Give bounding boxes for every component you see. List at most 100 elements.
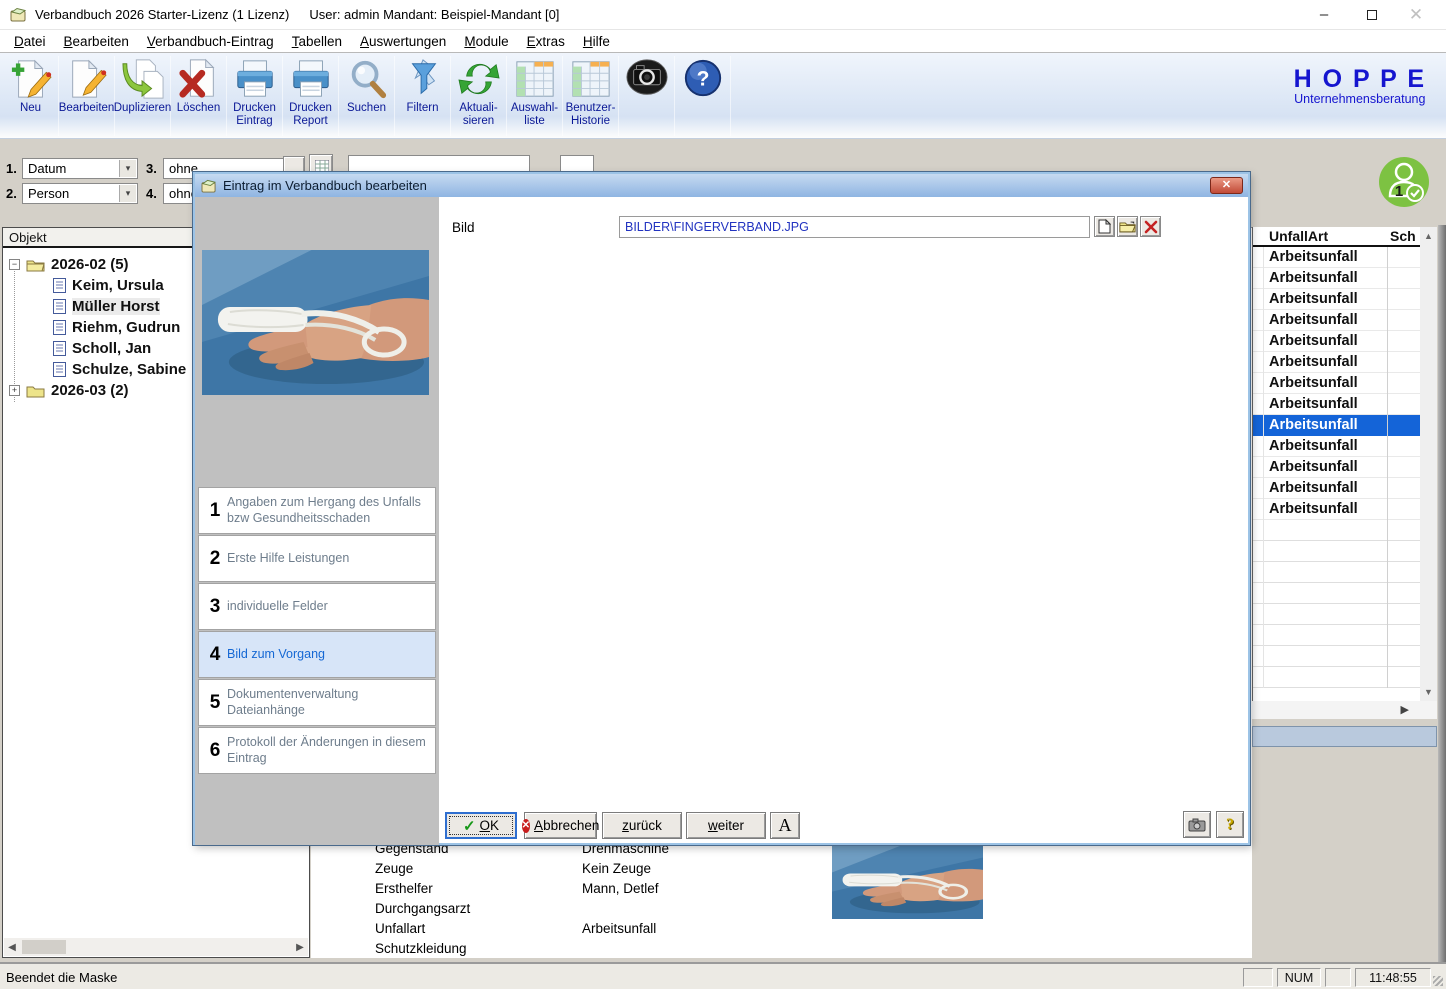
scroll-left-icon[interactable]: ◀	[4, 942, 20, 953]
grid-row-empty[interactable]	[1253, 520, 1420, 541]
toolbar-suchen-button[interactable]: Suchen	[339, 56, 395, 136]
detail-label: Ersthelfer	[375, 881, 433, 896]
scrollbar-thumb[interactable]	[22, 940, 66, 954]
tree-item-mueller-horst[interactable]: Müller Horst	[53, 296, 160, 317]
toolbar-duplizieren-button[interactable]: Duplizieren	[114, 56, 171, 136]
grid-row[interactable]: Arbeitsunfall	[1253, 394, 1420, 415]
scroll-down-icon[interactable]: ▼	[1420, 683, 1437, 701]
minimize-button[interactable]: –	[1302, 0, 1346, 30]
close-button[interactable]: ✕	[1394, 0, 1438, 30]
toolbar-auswahlliste-button[interactable]: Auswahl- liste	[507, 56, 563, 136]
camera-icon	[1188, 818, 1206, 831]
tree-horizontal-scrollbar[interactable]: ◀ ▶	[4, 938, 308, 956]
filter2-select[interactable]: Person ▾	[22, 183, 138, 204]
toolbar-filtern-button[interactable]: Filtern	[395, 56, 451, 136]
back-button[interactable]: zurück	[602, 812, 682, 839]
tree-item-scholl-jan[interactable]: Scholl, Jan	[53, 338, 151, 359]
step-4-selected[interactable]: 4 Bild zum Vorgang	[198, 631, 436, 678]
toolbar-drucken-eintrag-button[interactable]: Drucken Eintrag	[227, 56, 283, 136]
tree-group-2026-03[interactable]: + 2026-03 (2)	[9, 380, 129, 401]
grid-row[interactable]: Arbeitsunfall	[1253, 373, 1420, 394]
grid-row-empty[interactable]	[1253, 583, 1420, 604]
grid-horizontal-scrollbar[interactable]: ▶	[1252, 701, 1437, 719]
toolbar-drucken-report-button[interactable]: Drucken Report	[283, 56, 339, 136]
step-1[interactable]: 1 Angaben zum Hergang des Unfalls bzw Ge…	[198, 487, 436, 534]
tree-item-keim-ursula[interactable]: Keim, Ursula	[53, 275, 164, 296]
grid-row[interactable]: Arbeitsunfall	[1253, 289, 1420, 310]
tree-group-2026-02[interactable]: − 2026-02 (5)	[9, 254, 129, 275]
grid-row-empty[interactable]	[1253, 604, 1420, 625]
clear-image-button[interactable]	[1140, 216, 1161, 237]
next-button[interactable]: weiter	[686, 812, 766, 839]
toolbar-hilfe-button[interactable]: ?	[675, 56, 731, 136]
font-button[interactable]: A	[770, 812, 800, 839]
grid-row[interactable]: Arbeitsunfall	[1253, 457, 1420, 478]
expand-icon[interactable]: +	[9, 385, 20, 396]
dialog-camera-button[interactable]	[1183, 811, 1211, 838]
toolbar-camera-button[interactable]	[619, 56, 675, 136]
grid-row[interactable]: Arbeitsunfall	[1253, 436, 1420, 457]
cancel-button[interactable]: ✕ Abbrechen	[521, 812, 599, 839]
grid-row[interactable]: Arbeitsunfall	[1253, 268, 1420, 289]
user-status-badge[interactable]: 1	[1378, 156, 1430, 208]
menu-datei[interactable]: Datei	[5, 32, 55, 51]
menu-tabellen[interactable]: Tabellen	[283, 32, 351, 51]
menu-auswertungen[interactable]: Auswertungen	[351, 32, 455, 51]
step-6[interactable]: 6 Protokoll der Änderungen in diesem Ein…	[198, 727, 436, 774]
grid-row-selected[interactable]: Arbeitsunfall	[1253, 415, 1420, 436]
toolbar-aktualisieren-button[interactable]: Aktuali- sieren	[451, 56, 507, 136]
scroll-right-icon[interactable]: ▶	[1401, 703, 1409, 716]
duplicate-icon	[121, 59, 164, 99]
grid-row[interactable]: Arbeitsunfall	[1253, 247, 1420, 268]
grid-row-empty[interactable]	[1253, 562, 1420, 583]
menu-extras[interactable]: Extras	[518, 32, 574, 51]
grid-icon	[314, 159, 330, 173]
column-header-sch[interactable]: Sch	[1390, 228, 1416, 244]
collapse-icon[interactable]: −	[9, 259, 20, 270]
grid-row-empty[interactable]	[1253, 667, 1420, 688]
step-2[interactable]: 2 Erste Hilfe Leistungen	[198, 535, 436, 582]
scroll-up-icon[interactable]: ▲	[1420, 227, 1437, 245]
grid-row[interactable]: Arbeitsunfall	[1253, 499, 1420, 520]
dialog-close-button[interactable]: ✕	[1210, 177, 1243, 194]
step-5[interactable]: 5 Dokumentenverwaltung Dateianhänge	[198, 679, 436, 726]
grid-row[interactable]: Arbeitsunfall	[1253, 310, 1420, 331]
tree-item-riehm-gudrun[interactable]: Riehm, Gudrun	[53, 317, 180, 338]
entry-photo	[202, 250, 429, 395]
window-title: Verbandbuch 2026 Starter-Lizenz (1 Lizen…	[35, 7, 290, 22]
filter1-select[interactable]: Datum ▾	[22, 158, 138, 179]
dialog-titlebar[interactable]: Eintrag im Verbandbuch bearbeiten ✕	[195, 174, 1248, 197]
menubar: Datei Bearbeiten Verbandbuch-Eintrag Tab…	[0, 30, 1446, 53]
menu-module[interactable]: Module	[455, 32, 517, 51]
menu-verbandbuch-eintrag[interactable]: Verbandbuch-Eintrag	[138, 32, 283, 51]
toolbar-benutzer-historie-button[interactable]: Benutzer- Historie	[563, 56, 619, 136]
new-file-button[interactable]	[1094, 216, 1115, 237]
grid-row[interactable]: Arbeitsunfall	[1253, 352, 1420, 373]
wizard-steps: 1 Angaben zum Hergang des Unfalls bzw Ge…	[198, 487, 436, 775]
browse-file-button[interactable]	[1117, 216, 1138, 237]
ok-button[interactable]: ✓ OK	[445, 812, 517, 839]
bild-path-input[interactable]: BILDER\FINGERVERBAND.JPG	[619, 216, 1090, 238]
document-icon	[53, 278, 66, 293]
toolbar-loeschen-button[interactable]: Löschen	[171, 56, 227, 136]
maximize-button[interactable]	[1350, 0, 1394, 30]
column-header-unfallart[interactable]: UnfallArt	[1269, 228, 1328, 244]
step-3[interactable]: 3 individuelle Felder	[198, 583, 436, 630]
grid-row-empty[interactable]	[1253, 625, 1420, 646]
grid-row-empty[interactable]	[1253, 541, 1420, 562]
toolbar-neu-button[interactable]: Neu	[3, 56, 59, 136]
tree-item-schulze-sabine[interactable]: Schulze, Sabine	[53, 359, 186, 380]
filter2-label: 2.	[6, 186, 17, 201]
grid-row-empty[interactable]	[1253, 646, 1420, 667]
grid-row[interactable]: Arbeitsunfall	[1253, 478, 1420, 499]
scroll-right-icon[interactable]: ▶	[292, 942, 308, 953]
dialog-help-button[interactable]: ?	[1216, 811, 1244, 838]
grid-vertical-scrollbar[interactable]: ▲ ▼	[1420, 227, 1437, 701]
print-report-icon	[292, 60, 329, 97]
resize-grip[interactable]	[1433, 976, 1443, 986]
toolbar-bearbeiten-button[interactable]: Bearbeiten	[59, 56, 115, 136]
window-titlebar: Verbandbuch 2026 Starter-Lizenz (1 Lizen…	[0, 0, 1446, 30]
menu-hilfe[interactable]: Hilfe	[574, 32, 619, 51]
menu-bearbeiten[interactable]: Bearbeiten	[55, 32, 138, 51]
grid-row[interactable]: Arbeitsunfall	[1253, 331, 1420, 352]
